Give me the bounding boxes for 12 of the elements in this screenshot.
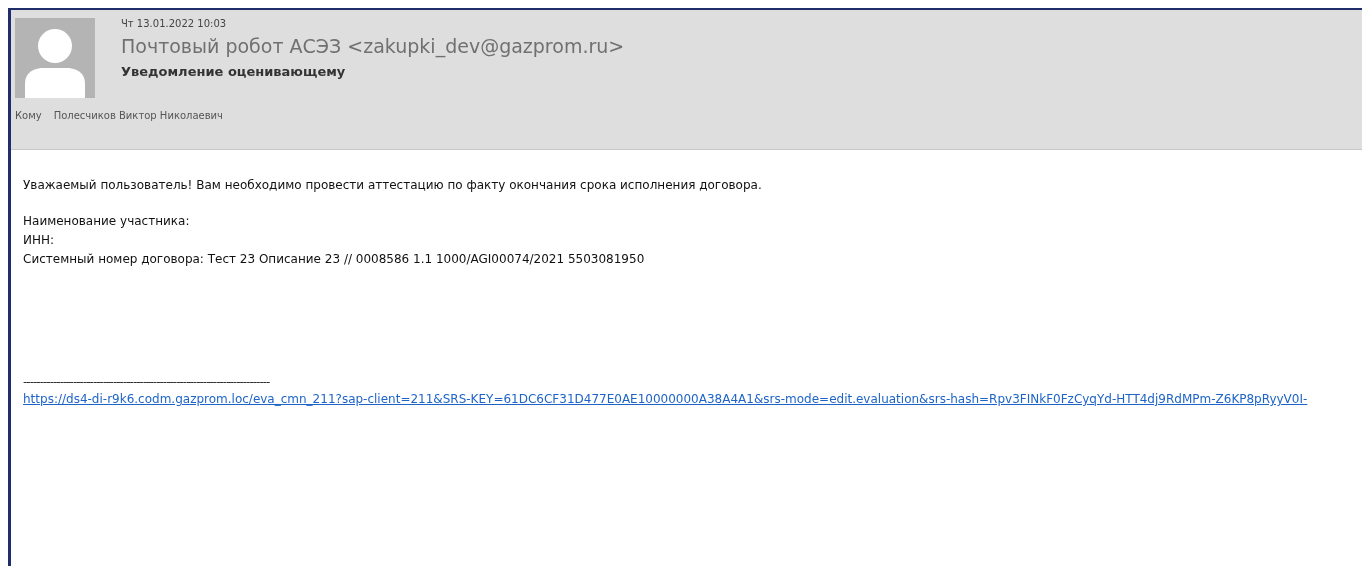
body-line: Наименование участника: xyxy=(23,213,191,230)
recipient-name: Полесчиков Виктор Николаевич xyxy=(53,110,224,121)
message-date: Чт 13.01.2022 10:03 xyxy=(121,18,228,29)
avatar-icon xyxy=(15,18,95,98)
separator-line: -------------------------------------------------------------------------- xyxy=(23,375,271,389)
body-line: Системный номер договора: Тест 23 Описание 23 // 0008586 1.1 1000/AGI00074/2021 5503081950 xyxy=(23,251,646,268)
evaluation-link[interactable]: https://ds4-di-r9k6.codm.gazprom.loc/eva_cmn_211?sap-client=211&SRS-KEY=61DC6CF31D477E0AE10000000A38A4A1&srs-mode=edit.evaluation&srs-hash=Rpv3FINkF0FzCyqYd-HTT4dj9RdMPm-Z6KP8pRyyV0I- xyxy=(23,389,1353,409)
sender-name: Почтовый робот АСЭЗ <zakupki_dev@gazprom.ru> xyxy=(121,35,625,57)
message-subject: Уведомление оценивающему xyxy=(121,64,347,79)
body-line: ИНН: xyxy=(23,232,56,249)
to-label: Кому xyxy=(15,110,42,121)
greeting-text: Уважаемый пользователь! Вам необходимо провести аттестацию по факту окончания срока исполнения договора. xyxy=(23,177,763,194)
